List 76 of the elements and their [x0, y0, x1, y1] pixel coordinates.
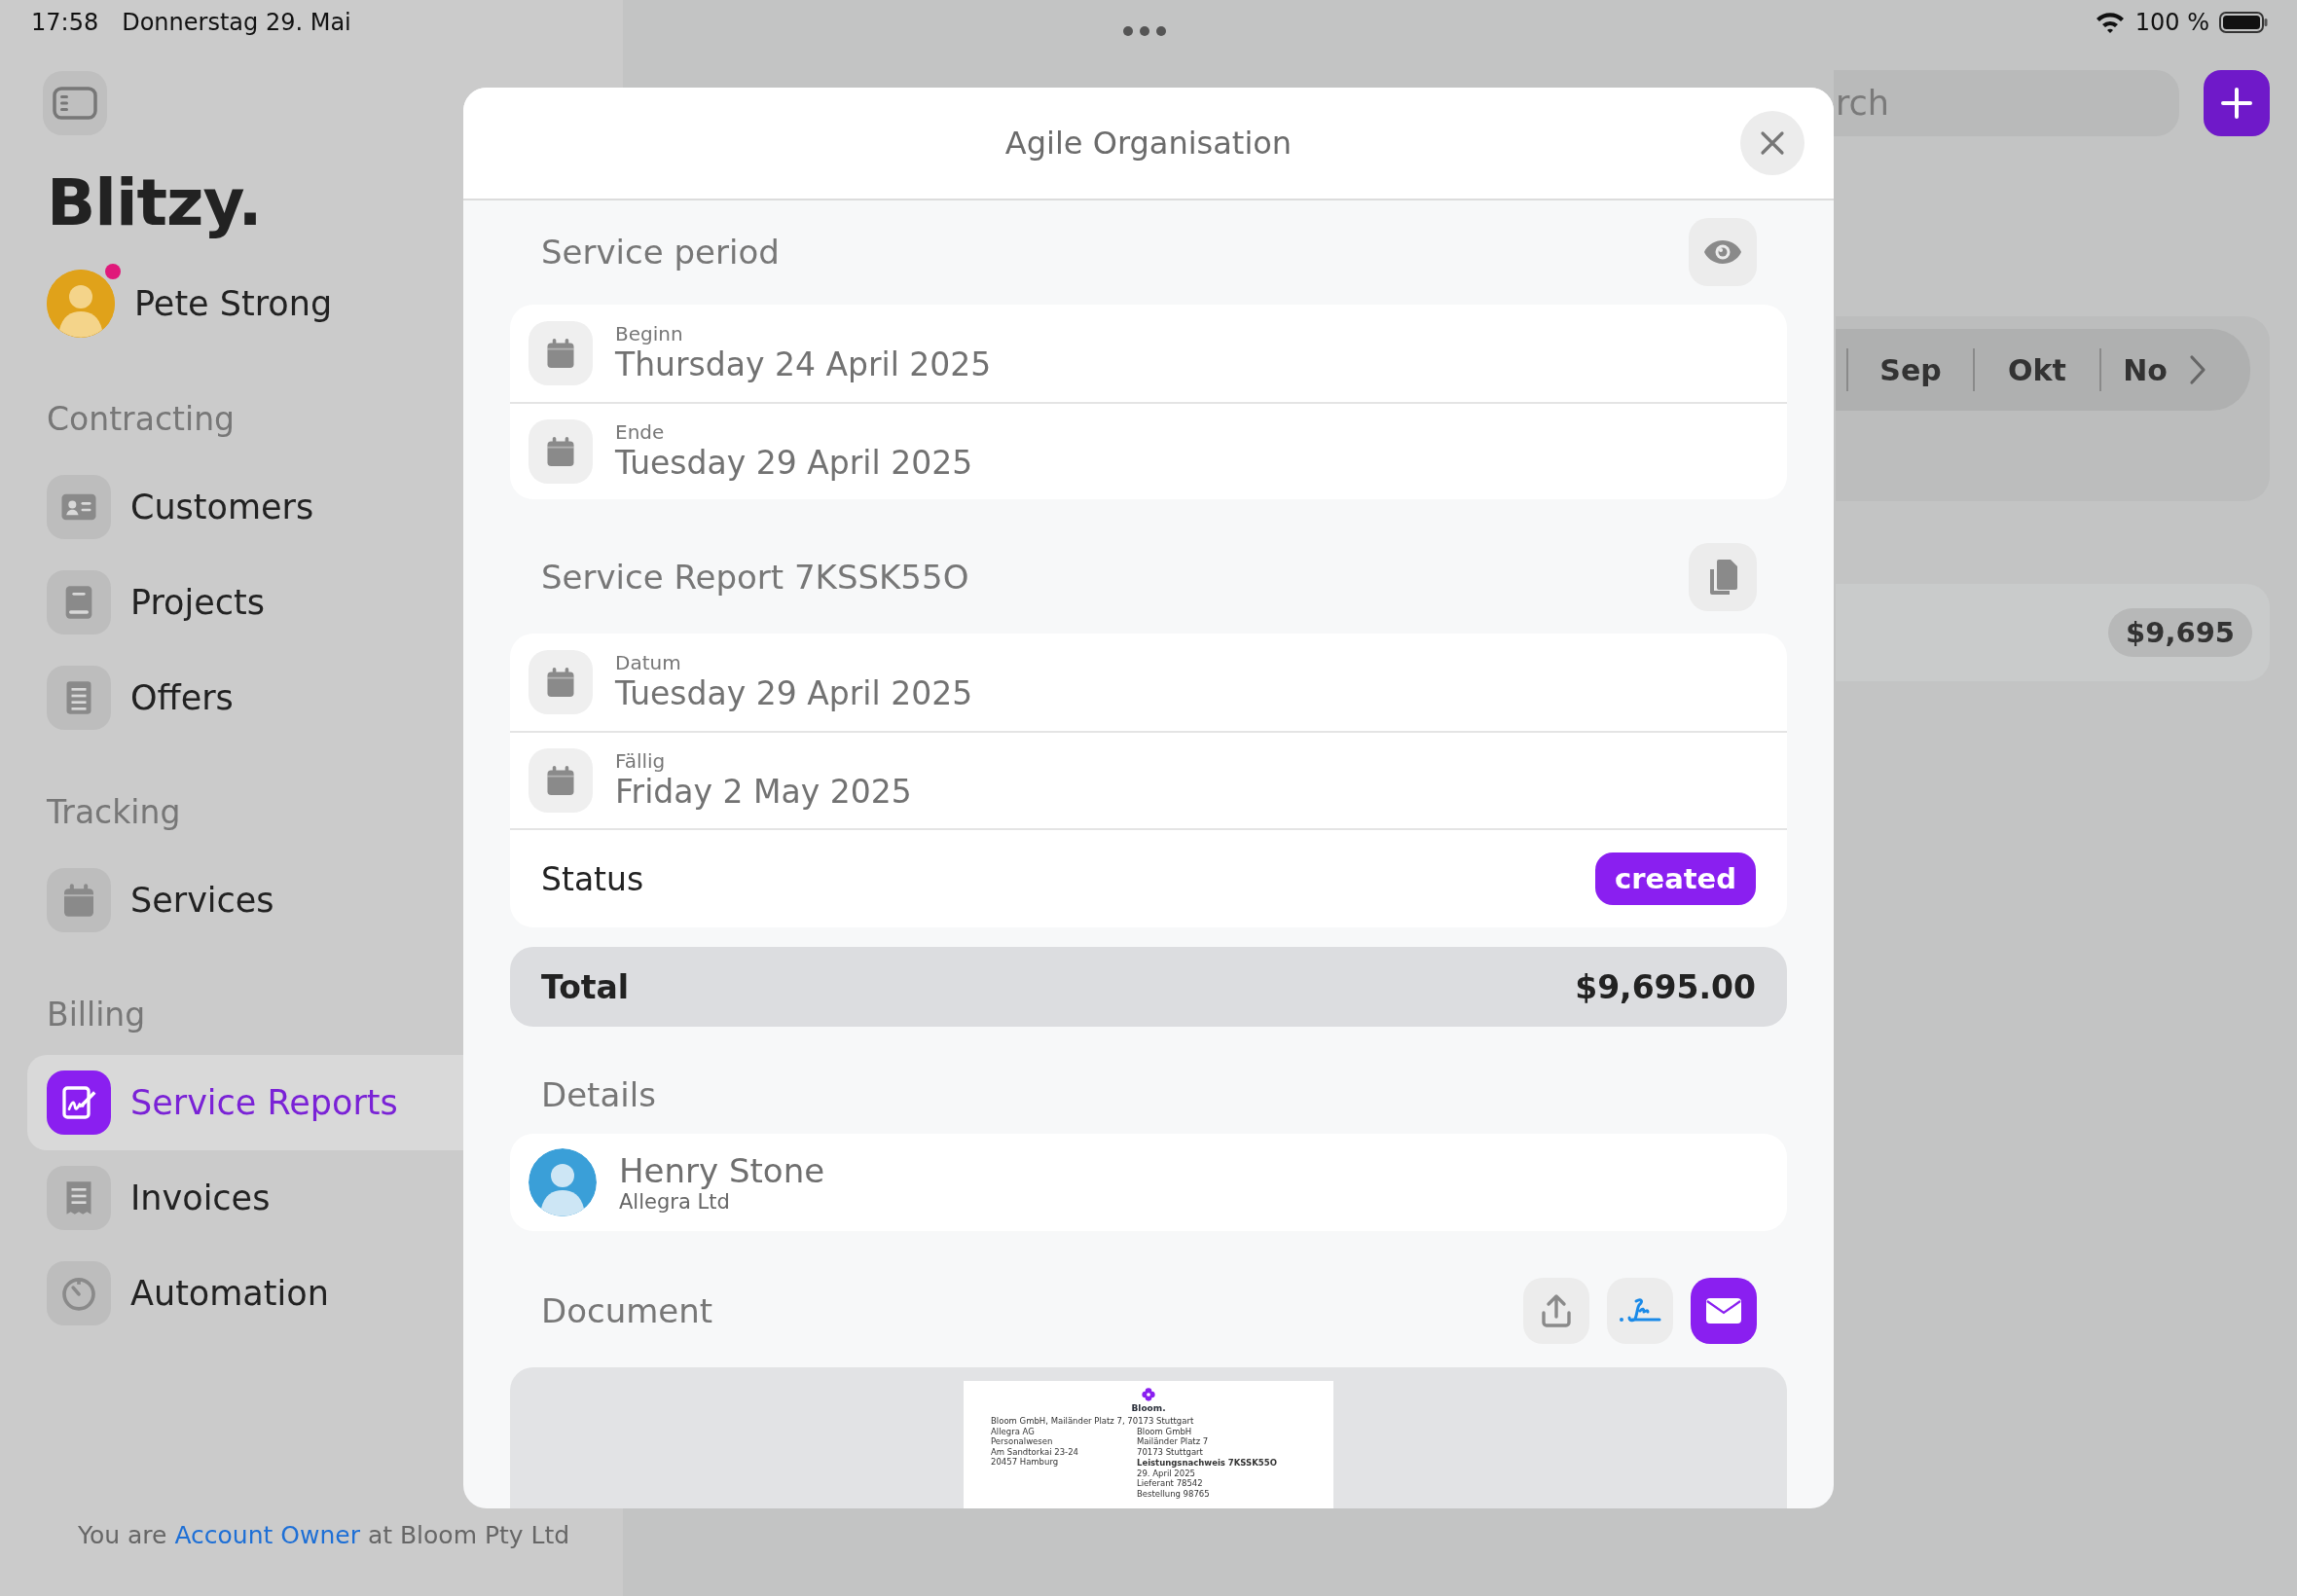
- date-label: Datum: [615, 651, 682, 674]
- envelope-icon: [1705, 1297, 1742, 1324]
- section-title: Service period: [541, 233, 780, 272]
- section-header: Billing: [47, 995, 146, 1035]
- status-date: Donnerstag 29. Mai: [122, 9, 351, 36]
- copy-button[interactable]: [1689, 543, 1757, 611]
- app-logo: Blitzy.: [47, 164, 263, 242]
- address-line: 29. April 2025: [1136, 1468, 1196, 1478]
- contact-company: Allegra Ltd: [619, 1190, 731, 1214]
- sign-button[interactable]: [1607, 1278, 1673, 1344]
- section-title: Document: [541, 1291, 713, 1330]
- avatar-silhouette: [47, 270, 115, 338]
- date-value[interactable]: Tuesday 29 April 2025: [615, 444, 973, 483]
- address-line: 20457 Hamburg: [991, 1457, 1060, 1468]
- address-line: Lieferant 78542: [1136, 1478, 1204, 1489]
- sidebar-icon: [53, 87, 97, 120]
- date-value[interactable]: Tuesday 29 April 2025: [615, 674, 973, 713]
- sidebar-item[interactable]: Projects: [27, 555, 463, 650]
- address-line: 70173 Stuttgart: [1136, 1446, 1204, 1457]
- amount-pill: $9,695: [2108, 608, 2252, 657]
- address-line: Bestellung 98765: [1136, 1488, 1211, 1499]
- more-dots-icon: [1122, 25, 1167, 37]
- battery-icon: [2219, 11, 2268, 34]
- sidebar-item[interactable]: Invoices: [27, 1150, 463, 1246]
- account-role-link[interactable]: Account Owner: [174, 1521, 360, 1549]
- section-title: Details: [541, 1075, 656, 1114]
- upload-button[interactable]: [1523, 1278, 1589, 1344]
- status-badge[interactable]: created: [1594, 852, 1756, 905]
- month-tab[interactable]: No: [2099, 348, 2189, 391]
- date-label: Ende: [615, 420, 666, 444]
- document-page[interactable]: [964, 1381, 1333, 1508]
- email-button[interactable]: [1691, 1278, 1757, 1344]
- address-line: Am Sandtorkai 23-24: [991, 1446, 1078, 1457]
- date-value[interactable]: Friday 2 May 2025: [615, 773, 912, 812]
- date-label: Beginn: [615, 322, 684, 345]
- total-amount: $9,695.00: [1575, 967, 1756, 1006]
- month-tab[interactable]: Okt: [1973, 348, 2099, 391]
- address-line: Personalwesen: [991, 1436, 1054, 1447]
- signed-document-icon: [59, 1083, 98, 1122]
- month-tab[interactable]: Sep: [1846, 348, 1973, 391]
- eye-icon: [1702, 237, 1743, 267]
- flower-logo-icon: [1141, 1387, 1156, 1402]
- sidebar-item[interactable]: Service Reports: [27, 1055, 463, 1150]
- report-heading: Leistungsnachweis 7KSSK55O: [1136, 1458, 1277, 1469]
- user-name: Pete Strong: [134, 284, 333, 323]
- modal-title: Agile Organisation: [1004, 125, 1293, 162]
- upload-icon: [1541, 1293, 1572, 1328]
- sender-line: Bloom GmbH, Mailänder Platz 7, 70173 Stuttgart: [991, 1416, 1195, 1427]
- plus-icon: [2220, 87, 2253, 120]
- avatar-silhouette: [529, 1148, 597, 1216]
- status-label: Status: [541, 859, 644, 898]
- date-value[interactable]: Thursday 24 April 2025: [615, 345, 992, 384]
- battery-percentage: 100 %: [2134, 9, 2209, 36]
- sidebar-item[interactable]: Automation: [27, 1246, 463, 1341]
- date-label: Fällig: [615, 749, 667, 773]
- contact-card[interactable]: Henry Stone Allegra Ltd: [510, 1134, 1787, 1231]
- address-line: Bloom GmbH: [1136, 1426, 1193, 1436]
- sidebar-item[interactable]: Offers: [27, 650, 463, 745]
- status-time: 17:58: [31, 9, 99, 36]
- brand-name: Bloom.: [1131, 1403, 1166, 1414]
- address-line: Mailänder Platz 7: [1136, 1436, 1210, 1447]
- add-button[interactable]: [2204, 70, 2270, 136]
- section-title: Service Report 7KSSK55O: [541, 558, 969, 597]
- section-header: Tracking: [47, 792, 181, 833]
- sidebar-item[interactable]: Customers: [27, 459, 463, 555]
- search-field[interactable]: rch: [1834, 70, 2179, 136]
- section-header: Contracting: [47, 399, 235, 440]
- account-role-text: You are Account Owner at Bloom Pty Ltd: [78, 1521, 571, 1549]
- sidebar-item[interactable]: Services: [27, 852, 463, 948]
- chevron-right-icon: [2189, 354, 2206, 385]
- preview-button[interactable]: [1689, 218, 1757, 286]
- address-line: Allegra AG: [991, 1426, 1036, 1436]
- contact-name: Henry Stone: [619, 1151, 825, 1190]
- total-label: Total: [541, 967, 630, 1006]
- close-icon: [1760, 130, 1785, 156]
- sidebar-toggle-button[interactable]: [43, 71, 107, 135]
